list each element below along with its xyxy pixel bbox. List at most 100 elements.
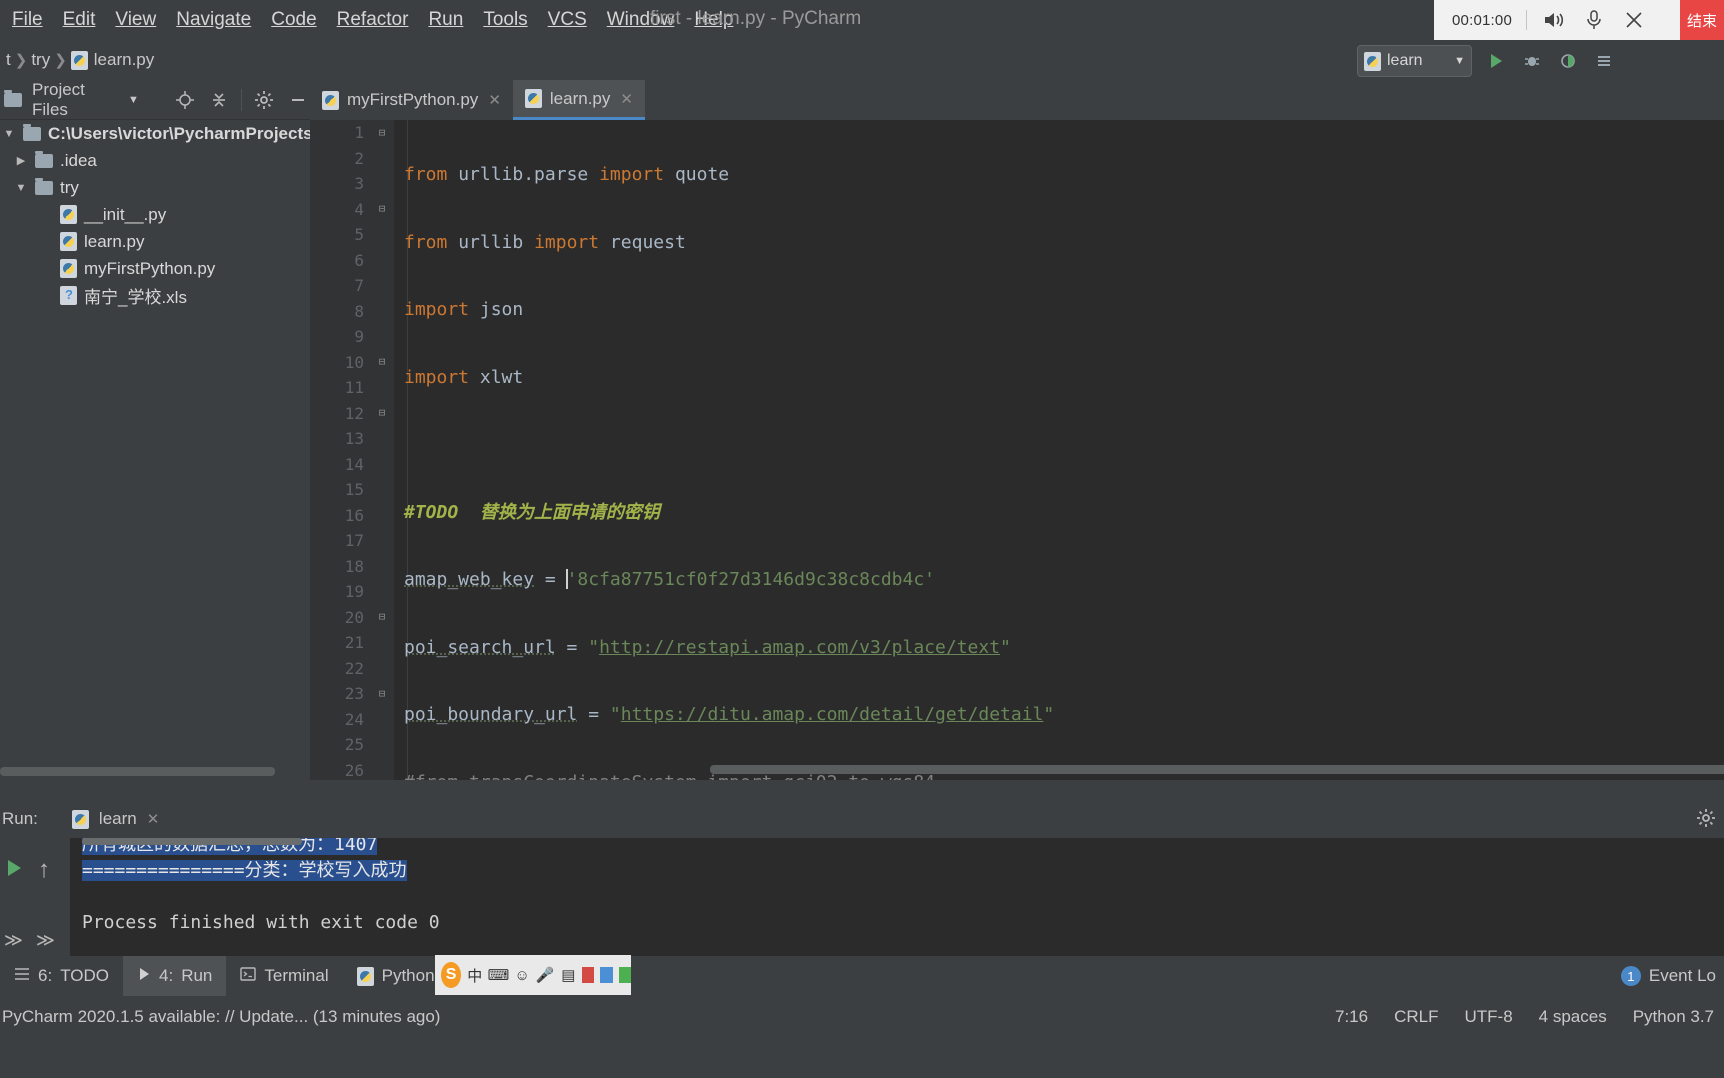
editor-tab-myfirstpython[interactable]: myFirstPython.py ✕ <box>310 80 513 120</box>
status-message[interactable]: PyCharm 2020.1.5 available: // Update...… <box>2 1007 440 1027</box>
hide-panel-icon[interactable] <box>286 87 310 113</box>
run-panel-sidebar: ↑ ≫ ≫ <box>0 838 70 956</box>
arrow-up-icon[interactable]: ↑ <box>38 856 50 884</box>
chevron-down-icon[interactable]: ▼ <box>128 94 139 106</box>
tool-tab-todo[interactable]: 6: TODO <box>0 956 123 996</box>
caret-position[interactable]: 7:16 <box>1335 1007 1368 1027</box>
menu-view[interactable]: View <box>105 7 166 33</box>
sogou-logo-icon[interactable]: S <box>441 962 462 988</box>
folder-icon <box>35 177 53 195</box>
debug-button[interactable] <box>1516 45 1548 77</box>
collapse-all-icon[interactable] <box>207 87 231 113</box>
chevron-down-icon[interactable]: ▼ <box>2 128 16 140</box>
file-encoding[interactable]: UTF-8 <box>1465 1007 1513 1027</box>
tree-item-idea[interactable]: ▶ .idea <box>0 147 310 174</box>
editor-horizontal-scrollbar[interactable] <box>710 765 1724 774</box>
menu-tools[interactable]: Tools <box>473 7 537 33</box>
close-icon[interactable]: ✕ <box>488 91 501 109</box>
run-console-output[interactable]: 所有城区的数据汇总，总数为：1407 ===============分类：学校写… <box>70 838 1724 956</box>
line-separator[interactable]: CRLF <box>1394 1007 1438 1027</box>
python-interpreter[interactable]: Python 3.7 <box>1633 1007 1714 1027</box>
line-number: 9 <box>354 327 364 346</box>
run-icon <box>137 966 151 986</box>
quote: " <box>609 704 621 725</box>
menu-vcs[interactable]: VCS <box>538 7 597 33</box>
run-config-label: learn <box>1387 52 1423 69</box>
code-editor[interactable]: 1 2 3 4 5 6 7 8 9 10 11 12 13 14 15 16 1… <box>310 120 1724 780</box>
mic-icon[interactable]: 🎤 <box>536 966 555 984</box>
more-options-icon[interactable] <box>1588 45 1620 77</box>
menu-navigate[interactable]: Navigate <box>166 7 261 33</box>
run-with-coverage-button[interactable] <box>1552 45 1584 77</box>
close-icon[interactable]: ✕ <box>620 90 633 108</box>
menu-code[interactable]: Code <box>261 7 326 33</box>
breadcrumb-item-try[interactable]: try <box>27 50 54 70</box>
console-scroll-thumb[interactable] <box>82 838 302 845</box>
tree-item-xls[interactable]: 南宁_学校.xls <box>0 282 310 309</box>
locate-icon[interactable] <box>174 87 198 113</box>
line-number: 17 <box>344 531 364 550</box>
code-text[interactable]: from urllib.parse import quote from urll… <box>394 120 1724 780</box>
indent-setting[interactable]: 4 spaces <box>1539 1007 1607 1027</box>
url-link[interactable]: https://ditu.amap.com/detail/get/detail <box>621 704 1044 725</box>
fold-marker[interactable]: ⊟ <box>376 688 388 700</box>
gear-icon[interactable] <box>252 87 276 113</box>
screenshot-icon[interactable]: ▤ <box>561 966 576 984</box>
fold-marker[interactable]: ⊟ <box>376 127 388 139</box>
close-icon[interactable]: ✕ <box>147 810 160 828</box>
tree-item-xls-label: 南宁_学校.xls <box>84 288 187 307</box>
menu-file[interactable]: File <box>2 7 53 33</box>
status-bar-right: 7:16 CRLF UTF-8 4 spaces Python 3.7 <box>1335 996 1714 1038</box>
quote: " <box>1000 636 1011 658</box>
editor-gutter[interactable]: 1 2 3 4 5 6 7 8 9 10 11 12 13 14 15 16 1… <box>310 120 394 780</box>
chevron-right-icon[interactable]: ▶ <box>14 154 28 167</box>
code-line-3: import json <box>394 297 1724 323</box>
console-line: Process finished with exit code 0 <box>70 910 1724 936</box>
line-number: 11 <box>344 378 364 397</box>
chevron-down-icon[interactable]: ▼ <box>14 182 28 194</box>
python-console-icon <box>356 966 374 986</box>
url-link[interactable]: http://restapi.amap.com/v3/place/text <box>599 637 1000 658</box>
line-number: 14 <box>344 454 364 474</box>
close-icon[interactable] <box>1621 7 1647 33</box>
tool-tab-terminal[interactable]: Terminal <box>226 956 342 996</box>
tool-tab-run[interactable]: 4: Run <box>123 956 227 996</box>
menu-run[interactable]: Run <box>418 7 473 33</box>
speaker-icon[interactable] <box>1541 7 1567 33</box>
tree-item-try[interactable]: ▼ try <box>0 174 310 201</box>
fold-marker[interactable]: ⊟ <box>376 203 388 215</box>
breadcrumb-item-file[interactable]: learn.py <box>67 50 158 70</box>
notebook-icon[interactable] <box>600 967 613 983</box>
tree-item-learn-py[interactable]: learn.py <box>0 228 310 255</box>
keyboard-icon[interactable]: ⌨ <box>488 966 510 984</box>
project-horizontal-scrollbar[interactable] <box>0 767 275 776</box>
palette-icon[interactable] <box>618 967 631 983</box>
tree-item-root[interactable]: ▼ C:\Users\victor\PycharmProjects\ <box>0 120 310 147</box>
expand-icon[interactable]: ≫ <box>4 930 23 951</box>
menu-refactor[interactable]: Refactor <box>327 7 419 33</box>
rerun-icon[interactable] <box>4 858 24 883</box>
tree-item-init-py[interactable]: __init__.py <box>0 201 310 228</box>
event-log-indicator[interactable]: 1 Event Lo <box>1620 956 1716 996</box>
run-button[interactable] <box>1480 45 1512 77</box>
microphone-icon[interactable] <box>1581 7 1607 33</box>
python-file-icon <box>60 259 77 278</box>
end-recording-button[interactable]: 结束 <box>1680 0 1724 40</box>
project-tree[interactable]: ▼ C:\Users\victor\PycharmProjects\ ▶ .id… <box>0 120 310 780</box>
ime-language-label[interactable]: 中 <box>467 965 482 986</box>
fold-marker[interactable]: ⊟ <box>376 611 388 623</box>
fold-marker[interactable]: ⊟ <box>376 407 388 419</box>
tree-item-myfirstpython-py[interactable]: myFirstPython.py <box>0 255 310 282</box>
editor-tab-learn[interactable]: learn.py ✕ <box>512 80 645 120</box>
run-configuration-selector[interactable]: learn ▼ <box>1357 45 1472 77</box>
breadcrumb-item-root[interactable]: t <box>2 50 15 70</box>
menu-edit[interactable]: Edit <box>53 7 106 33</box>
translate-icon[interactable] <box>582 967 595 983</box>
fold-marker[interactable]: ⊟ <box>376 356 388 368</box>
collapse-icon[interactable]: ≫ <box>36 930 55 951</box>
gear-icon[interactable] <box>1696 808 1716 833</box>
line-number: 22 <box>344 658 364 678</box>
tree-item-idea-label: .idea <box>60 150 97 170</box>
emoji-icon[interactable]: ☺ <box>514 967 530 984</box>
run-tab-label[interactable]: learn <box>99 809 137 829</box>
